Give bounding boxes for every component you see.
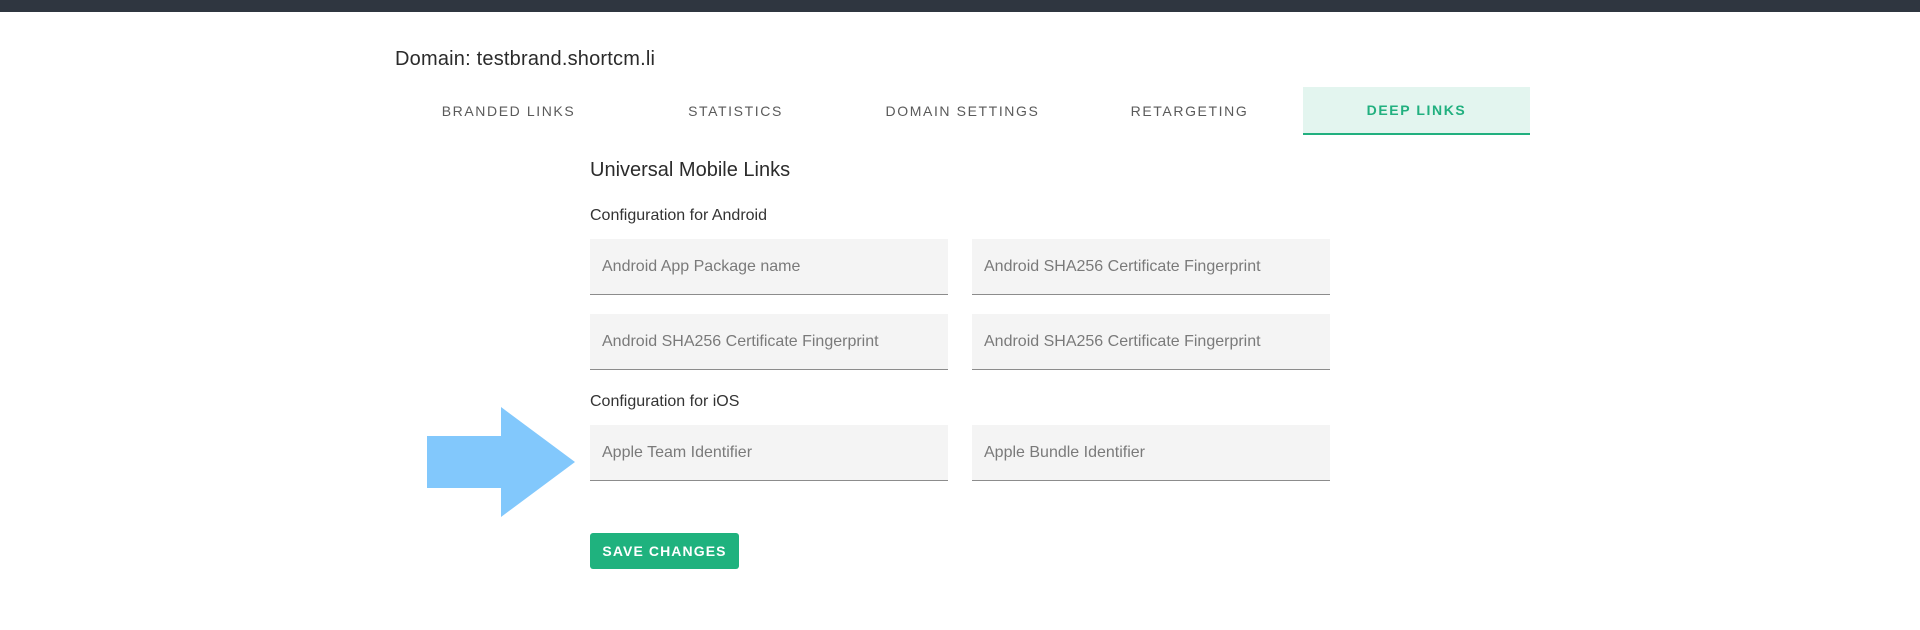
android-config-label: Configuration for Android (590, 207, 767, 224)
android-fingerprint-field-1 (972, 239, 1330, 295)
tab-deep-links[interactable]: DEEP LINKS (1303, 87, 1530, 135)
tab-branded-links[interactable]: BRANDED LINKS (395, 87, 622, 135)
android-fingerprint-input-3[interactable] (972, 314, 1330, 369)
android-fingerprint-input-2[interactable] (590, 314, 948, 369)
apple-bundle-field (972, 425, 1330, 481)
page-title: Domain: testbrand.shortcm.li (395, 48, 656, 70)
tab-bar: BRANDED LINKS STATISTICS DOMAIN SETTINGS… (395, 87, 1530, 135)
save-changes-button[interactable]: SAVE CHANGES (590, 533, 739, 569)
android-package-input[interactable] (590, 239, 948, 294)
top-bar (0, 0, 1920, 12)
android-package-field (590, 239, 948, 295)
ios-config-label: Configuration for iOS (590, 393, 740, 410)
right-arrow-icon (427, 407, 575, 517)
android-fingerprint-field-3 (972, 314, 1330, 370)
section-title: Universal Mobile Links (590, 159, 791, 181)
apple-bundle-input[interactable] (972, 425, 1330, 480)
tab-domain-settings[interactable]: DOMAIN SETTINGS (849, 87, 1076, 135)
tab-retargeting[interactable]: RETARGETING (1076, 87, 1303, 135)
tab-statistics[interactable]: STATISTICS (622, 87, 849, 135)
android-fingerprint-input-1[interactable] (972, 239, 1330, 294)
apple-team-input[interactable] (590, 425, 948, 480)
apple-team-field (590, 425, 948, 481)
android-fingerprint-field-2 (590, 314, 948, 370)
